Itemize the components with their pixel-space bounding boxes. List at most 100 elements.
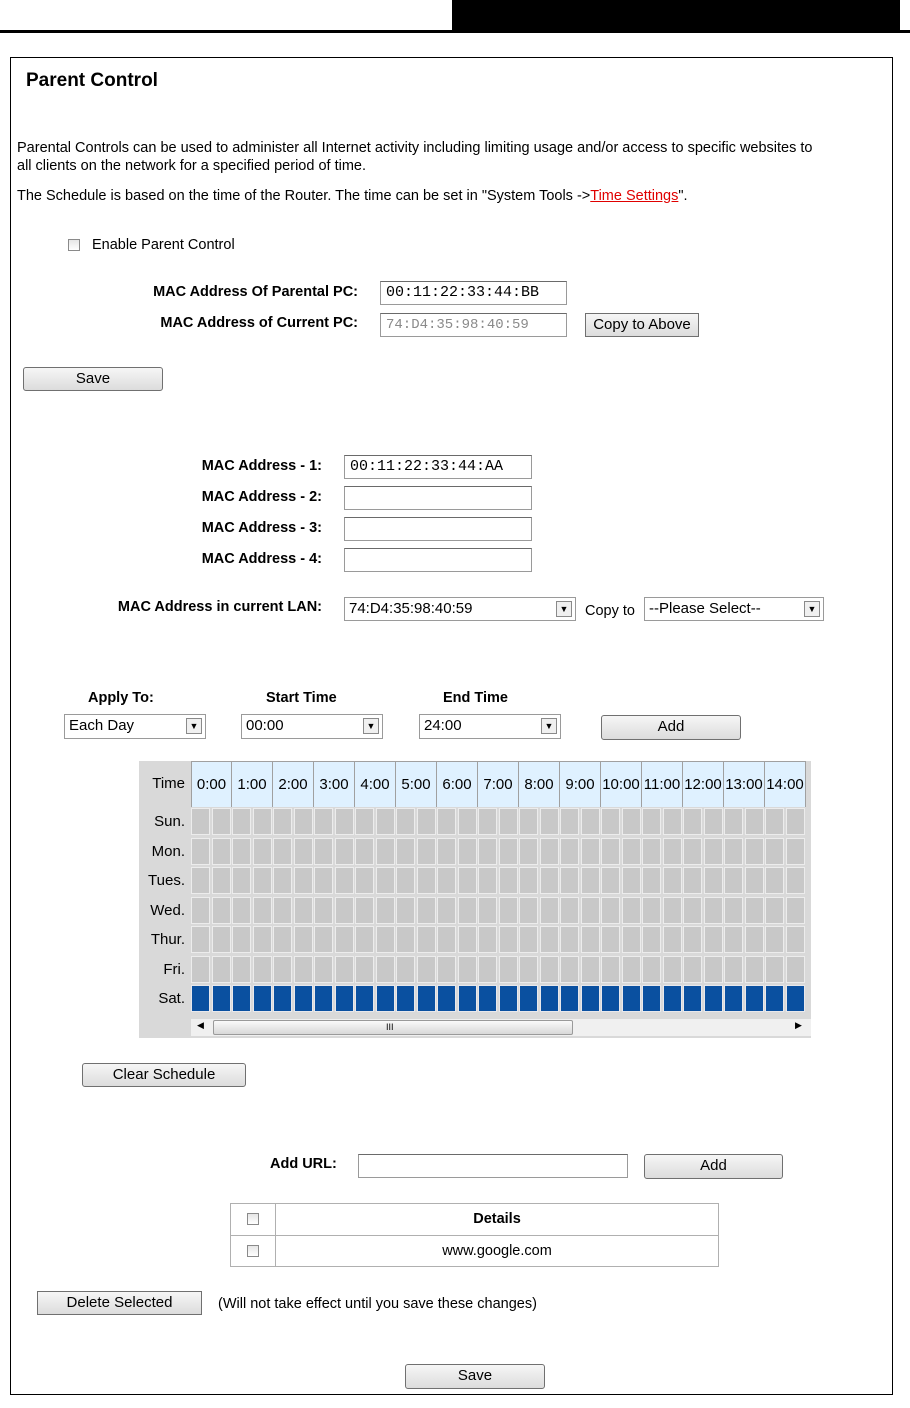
schedule-slot[interactable]: [273, 985, 292, 1012]
schedule-slot[interactable]: [601, 985, 620, 1012]
schedule-slot[interactable]: [252, 955, 272, 983]
schedule-slot[interactable]: [785, 926, 805, 953]
schedule-slot[interactable]: [765, 867, 784, 894]
schedule-slot[interactable]: [601, 808, 620, 835]
schedule-slot[interactable]: [416, 896, 436, 924]
schedule-slot[interactable]: [396, 926, 415, 953]
schedule-slot[interactable]: [314, 867, 333, 894]
schedule-slot[interactable]: [785, 985, 805, 1012]
schedule-slot[interactable]: [785, 896, 805, 924]
schedule-slot[interactable]: [621, 867, 641, 894]
schedule-slot[interactable]: [334, 985, 354, 1012]
schedule-slot[interactable]: [191, 955, 210, 983]
schedule-slot[interactable]: [662, 896, 682, 924]
schedule-slot[interactable]: [416, 867, 436, 894]
schedule-slot[interactable]: [662, 867, 682, 894]
schedule-slot[interactable]: [724, 926, 743, 953]
schedule-slot[interactable]: [601, 955, 620, 983]
schedule-slot[interactable]: [580, 837, 600, 865]
schedule-slot[interactable]: [601, 896, 620, 924]
schedule-slot[interactable]: [314, 985, 333, 1012]
schedule-slot[interactable]: [724, 837, 743, 865]
schedule-slot[interactable]: [314, 808, 333, 835]
schedule-slot[interactable]: [232, 808, 251, 835]
schedule-slot[interactable]: [744, 867, 764, 894]
schedule-slot[interactable]: [437, 867, 456, 894]
schedule-slot[interactable]: [232, 985, 251, 1012]
add-url-button[interactable]: Add: [644, 1154, 783, 1179]
schedule-slot[interactable]: [314, 955, 333, 983]
schedule-slot[interactable]: [703, 867, 723, 894]
schedule-slot[interactable]: [334, 867, 354, 894]
schedule-slot[interactable]: [703, 896, 723, 924]
schedule-slot[interactable]: [355, 867, 374, 894]
schedule-slot[interactable]: [601, 926, 620, 953]
schedule-slot[interactable]: [560, 867, 579, 894]
schedule-slot[interactable]: [621, 955, 641, 983]
clear-schedule-button[interactable]: Clear Schedule: [82, 1063, 246, 1087]
schedule-slot[interactable]: [334, 896, 354, 924]
mac1-input[interactable]: 00:11:22:33:44:AA: [344, 455, 532, 479]
schedule-slot[interactable]: [703, 808, 723, 835]
schedule-slot[interactable]: [662, 808, 682, 835]
schedule-slot[interactable]: [211, 808, 231, 835]
schedule-slot[interactable]: [232, 896, 251, 924]
schedule-slot[interactable]: [416, 808, 436, 835]
schedule-slot[interactable]: [437, 955, 456, 983]
schedule-slot[interactable]: [519, 985, 538, 1012]
schedule-slot[interactable]: [457, 867, 477, 894]
schedule-slot[interactable]: [293, 808, 313, 835]
schedule-slot[interactable]: [478, 955, 497, 983]
schedule-slot[interactable]: [621, 837, 641, 865]
schedule-slot[interactable]: [314, 896, 333, 924]
schedule-slot[interactable]: [539, 896, 559, 924]
mac-parental-input[interactable]: 00:11:22:33:44:BB: [380, 281, 567, 305]
schedule-slot[interactable]: [334, 955, 354, 983]
schedule-slot[interactable]: [273, 837, 292, 865]
schedule-slot[interactable]: [724, 896, 743, 924]
schedule-slot[interactable]: [744, 896, 764, 924]
schedule-slot[interactable]: [396, 867, 415, 894]
schedule-slot[interactable]: [396, 896, 415, 924]
schedule-slot[interactable]: [232, 867, 251, 894]
schedule-slot[interactable]: [498, 896, 518, 924]
schedule-slot[interactable]: [703, 926, 723, 953]
schedule-slot[interactable]: [416, 837, 436, 865]
add-schedule-button[interactable]: Add: [601, 715, 741, 740]
schedule-slot[interactable]: [703, 985, 723, 1012]
schedule-slot[interactable]: [703, 837, 723, 865]
select-all-checkbox[interactable]: [247, 1213, 259, 1225]
schedule-slot[interactable]: [314, 926, 333, 953]
schedule-slot[interactable]: [478, 808, 497, 835]
schedule-slot[interactable]: [191, 867, 210, 894]
schedule-slot[interactable]: [396, 837, 415, 865]
schedule-slot[interactable]: [437, 837, 456, 865]
schedule-slot[interactable]: [478, 837, 497, 865]
schedule-slot[interactable]: [683, 808, 702, 835]
schedule-slot[interactable]: [683, 896, 702, 924]
schedule-slot[interactable]: [375, 808, 395, 835]
scroll-left-icon[interactable]: ◀: [197, 1020, 204, 1031]
schedule-slot[interactable]: [498, 985, 518, 1012]
schedule-slot[interactable]: [273, 955, 292, 983]
schedule-slot[interactable]: [232, 837, 251, 865]
schedule-slot[interactable]: [642, 896, 661, 924]
schedule-slot[interactable]: [457, 896, 477, 924]
schedule-slot[interactable]: [498, 867, 518, 894]
schedule-slot[interactable]: [191, 896, 210, 924]
schedule-slot[interactable]: [478, 985, 497, 1012]
schedule-slot[interactable]: [601, 837, 620, 865]
schedule-slot[interactable]: [478, 926, 497, 953]
schedule-slot[interactable]: [580, 867, 600, 894]
schedule-slot[interactable]: [232, 926, 251, 953]
schedule-slot[interactable]: [621, 926, 641, 953]
schedule-slot[interactable]: [232, 955, 251, 983]
schedule-slot[interactable]: [560, 926, 579, 953]
schedule-slot[interactable]: [621, 896, 641, 924]
scroll-right-icon[interactable]: ▶: [795, 1020, 802, 1031]
schedule-slot[interactable]: [724, 808, 743, 835]
schedule-slot[interactable]: [273, 808, 292, 835]
schedule-slot[interactable]: [683, 837, 702, 865]
apply-to-select[interactable]: Each Day ▼: [64, 714, 206, 739]
schedule-slot[interactable]: [601, 867, 620, 894]
